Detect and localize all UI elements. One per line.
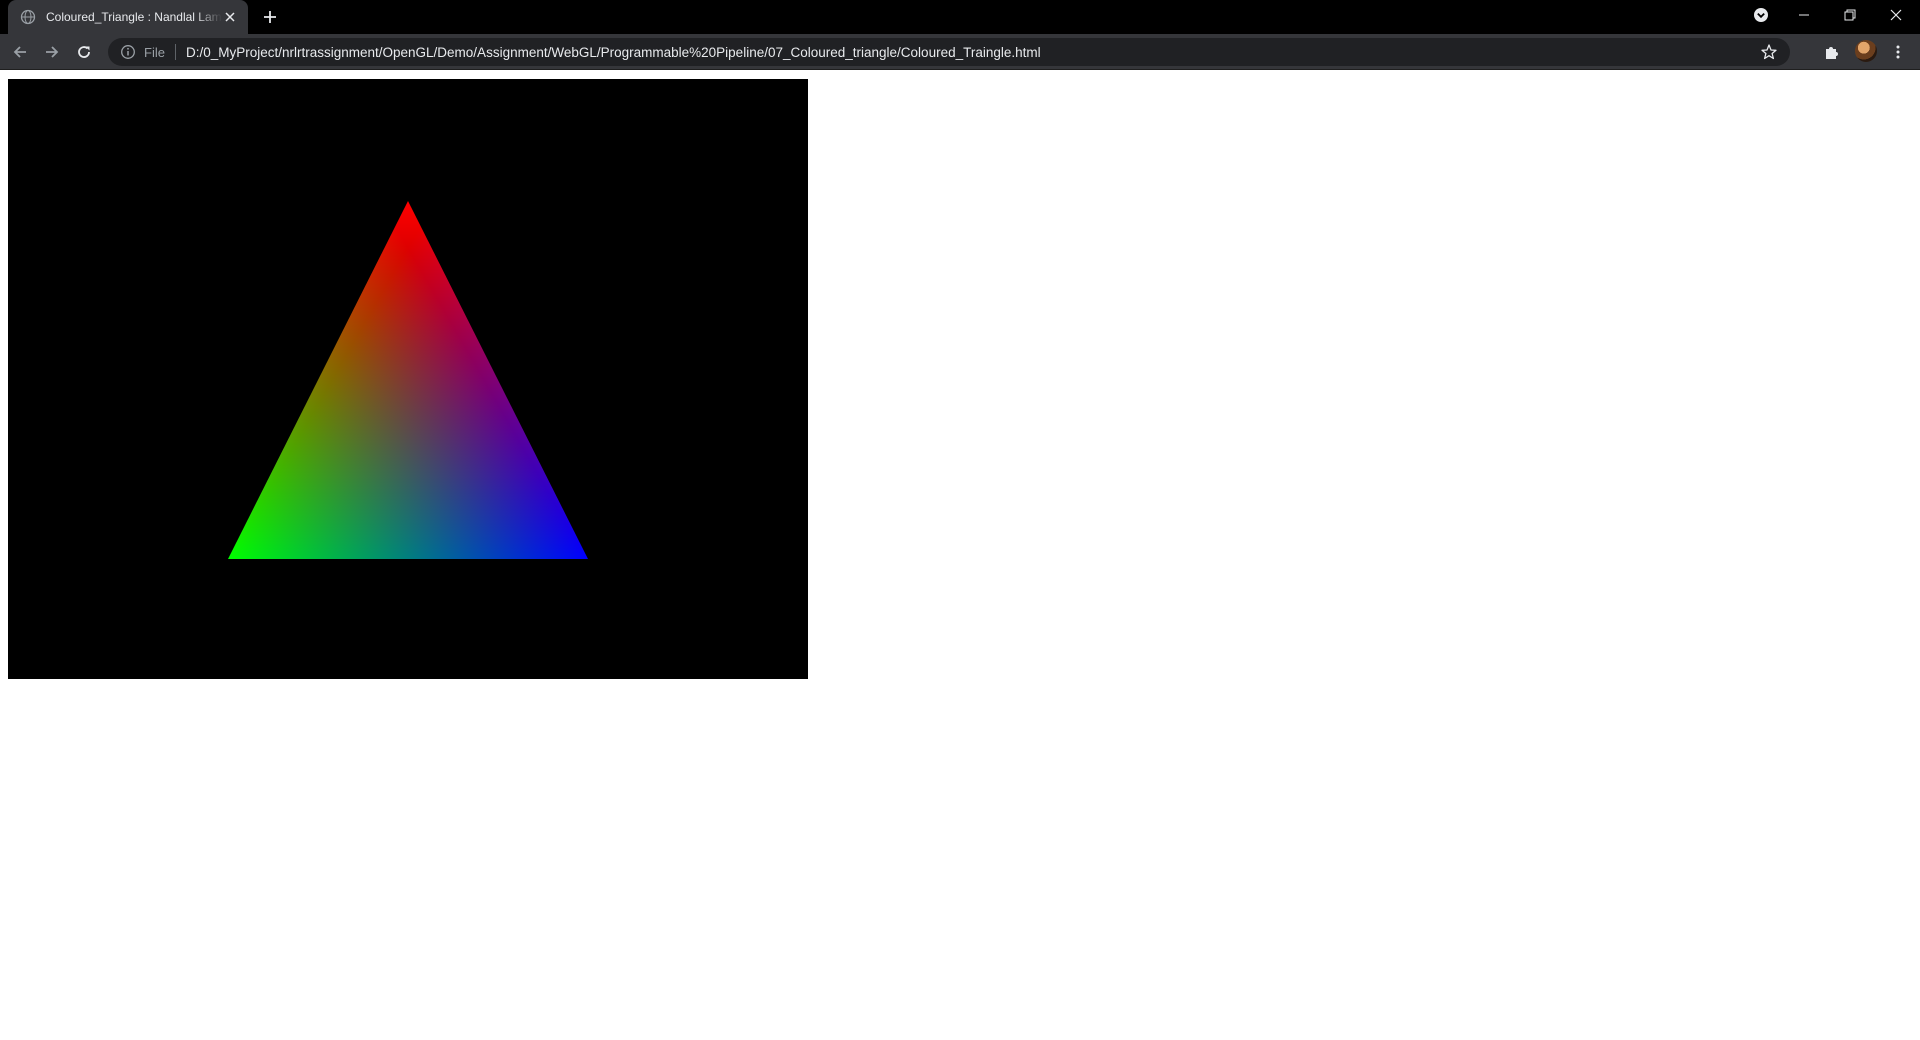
extensions-button[interactable] <box>1818 38 1846 66</box>
menu-button[interactable] <box>1884 38 1912 66</box>
close-window-button[interactable] <box>1873 0 1919 30</box>
restore-icon <box>1844 9 1856 21</box>
address-bar[interactable]: File D:/0_MyProject/nrlrtrassignment/Ope… <box>108 38 1790 66</box>
tab-active[interactable]: Coloured_Triangle : Nandlal Lamb <box>8 0 248 34</box>
puzzle-icon <box>1826 47 1838 59</box>
reload-icon <box>78 46 90 58</box>
plus-icon <box>264 11 276 23</box>
tab-strip: Coloured_Triangle : Nandlal Lamb <box>0 0 1920 34</box>
tab-search-button[interactable] <box>1738 0 1784 30</box>
info-icon[interactable] <box>120 44 136 60</box>
tab-title: Coloured_Triangle : Nandlal Lamb <box>46 10 222 24</box>
arrow-right-icon <box>46 46 59 58</box>
minimize-button[interactable] <box>1781 0 1827 30</box>
back-button[interactable] <box>6 38 34 66</box>
arrow-left-icon <box>13 46 26 58</box>
reload-button[interactable] <box>70 38 98 66</box>
close-tab-icon[interactable] <box>222 9 238 25</box>
restore-button[interactable] <box>1827 0 1873 30</box>
new-tab-button[interactable] <box>258 7 282 27</box>
profile-avatar[interactable] <box>1855 40 1877 62</box>
site-scheme-label: File <box>144 44 165 60</box>
tab-search-icon <box>1754 8 1768 22</box>
divider <box>174 44 176 60</box>
url-text[interactable]: D:/0_MyProject/nrlrtrassignment/OpenGL/D… <box>186 45 1760 60</box>
browser-toolbar: File D:/0_MyProject/nrlrtrassignment/Ope… <box>0 34 1920 70</box>
globe-icon <box>20 9 36 25</box>
webgl-canvas <box>8 79 808 679</box>
minimize-icon <box>1799 14 1809 16</box>
forward-button[interactable] <box>38 38 66 66</box>
coloured-triangle-render <box>228 201 588 559</box>
close-icon <box>1890 9 1902 21</box>
triangle-blue-channel <box>228 201 588 559</box>
more-vertical-icon <box>1896 45 1900 59</box>
bookmark-star-icon[interactable] <box>1760 43 1778 61</box>
